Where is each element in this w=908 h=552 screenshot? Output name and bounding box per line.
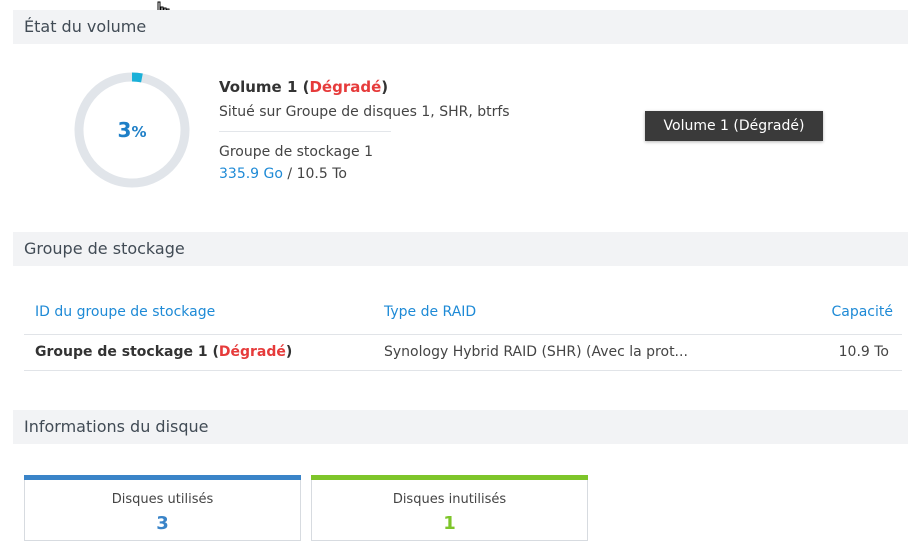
volume-name: Volume 1 [219,78,298,96]
section-header-storage-pool: Groupe de stockage [13,232,908,266]
volume-status-degraded: Dégradé [309,78,382,96]
volume-tooltip: Volume 1 (Dégradé) [645,111,823,141]
volume-location: Situé sur Groupe de disques 1, SHR, btrf… [219,104,510,120]
column-header-capacity[interactable]: Capacité [831,304,893,320]
card-accent-bar [311,475,588,480]
section-header-volume-state: État du volume [13,10,908,44]
table-divider [24,334,902,335]
usage-percent-symbol: % [131,123,147,141]
table-divider [24,370,902,371]
card-accent-bar [24,475,301,480]
divider [219,131,391,132]
table-row-pool-id[interactable]: Groupe de stockage 1 (Dégradé) [35,344,292,360]
volume-usage: 335.9 Go / 10.5 To [219,166,347,182]
pool-capacity: 10.9 To [838,344,889,360]
pool-id: Groupe de stockage 1 [35,344,208,360]
card-value: 1 [443,513,456,534]
section-header-disk-info: Informations du disque [13,410,908,444]
card-disks-unused[interactable]: Disques inutilisés 1 [311,475,588,541]
volume-used: 335.9 Go [219,166,283,182]
card-disks-used[interactable]: Disques utilisés 3 [24,475,301,541]
column-header-pool-id[interactable]: ID du groupe de stockage [35,304,215,320]
volume-pool-name: Groupe de stockage 1 [219,144,373,160]
volume-title[interactable]: Volume 1 (Dégradé) [219,78,388,96]
volume-total: 10.5 To [296,166,347,182]
card-label: Disques utilisés [111,492,214,507]
card-label: Disques inutilisés [392,492,507,507]
pool-raid-type: Synology Hybrid RAID (SHR) (Avec la prot… [384,344,688,360]
pool-status-degraded: Dégradé [218,344,286,360]
usage-percent: 3% [70,118,194,144]
card-value: 3 [156,513,169,534]
usage-percent-value: 3 [117,118,132,142]
column-header-raid-type[interactable]: Type de RAID [384,304,476,320]
